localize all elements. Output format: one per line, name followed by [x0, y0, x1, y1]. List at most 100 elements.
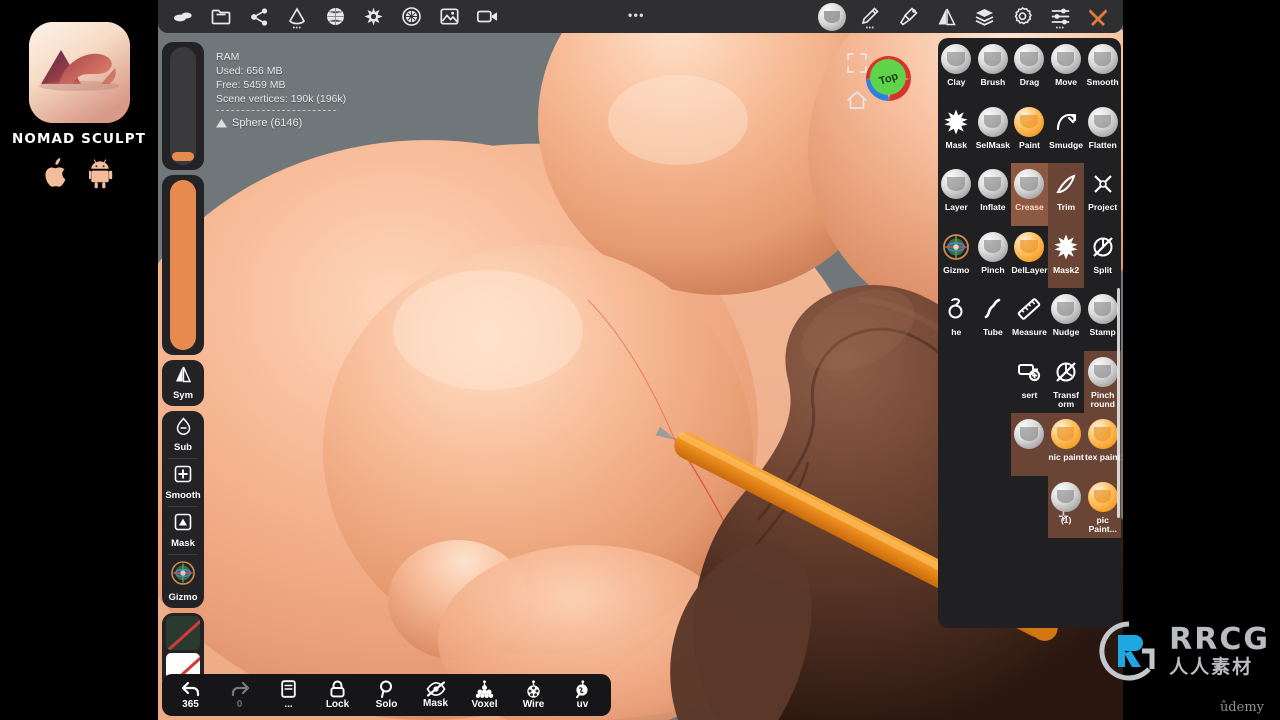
brush-palette[interactable]: Clay Brush Drag Move Smooth Mask SelMask Paint S… [938, 38, 1121, 628]
wire-globe-icon [527, 680, 540, 698]
fullscreen-icon[interactable] [846, 52, 868, 74]
brush-layer[interactable]: Layer [938, 163, 975, 226]
brush-empty[interactable] [1011, 413, 1048, 476]
brush-trim[interactable]: Trim [1047, 163, 1085, 226]
brush-sphere-icon [1087, 419, 1118, 449]
rail-item-sub[interactable]: Sub [162, 411, 204, 458]
radius-slider[interactable] [170, 47, 196, 165]
rail-item-sym[interactable]: Sym [162, 360, 204, 406]
rail-label-mask: Mask [171, 538, 195, 549]
brush-transf-orm[interactable]: Transf orm [1048, 351, 1085, 414]
brush-sert[interactable]: sert [1011, 351, 1048, 414]
undo-arrow-icon [181, 681, 199, 696]
brush-project[interactable]: Project [1084, 163, 1121, 226]
gizmo-icon [941, 232, 971, 262]
brush-selmask[interactable]: SelMask [975, 101, 1012, 164]
info-object-name: Sphere (6146) [232, 117, 303, 129]
brush-dellayer[interactable]: DelLayer [1011, 226, 1048, 289]
voxel-label: Voxel [471, 699, 498, 710]
tools-wrench-icon[interactable] [1079, 0, 1117, 33]
brush-split[interactable]: Split [1084, 226, 1121, 289]
promo-panel: NOMAD SCULPT [0, 0, 158, 720]
primitive-shape-icon[interactable]: ••• [278, 0, 316, 33]
brush-empty [938, 476, 975, 539]
voxel-button[interactable]: Voxel [460, 674, 509, 716]
brush-icon-dimple [1057, 489, 1075, 504]
brush-mask2[interactable]: Mask2 [1047, 225, 1085, 288]
intensity-slider[interactable] [170, 180, 196, 350]
brush-tex-paint[interactable]: tex paint [1084, 413, 1121, 476]
brush-nic-paint[interactable]: nic paint [1047, 413, 1085, 476]
logo-art [29, 22, 130, 123]
palette-scrollbar[interactable] [1117, 288, 1120, 518]
brush-tube[interactable]: Tube [975, 288, 1012, 351]
material-sphere-icon[interactable] [392, 0, 430, 33]
matcap-sphere-icon[interactable] [813, 0, 851, 33]
navigation-ball[interactable]: Top [866, 56, 911, 101]
settings-gear-icon[interactable] [1003, 0, 1041, 33]
lock-button[interactable]: Lock [313, 674, 362, 716]
brush-measure[interactable]: Measure [1011, 288, 1048, 351]
brush-mask[interactable]: Mask [938, 101, 975, 164]
brush-label: DelLayer [1011, 264, 1048, 275]
brush-brush[interactable]: Brush [975, 38, 1012, 101]
image-icon[interactable] [430, 0, 468, 33]
rail-item-gizmo[interactable]: Gizmo [162, 555, 204, 608]
brush-label: tex paint [1085, 452, 1121, 462]
rail-item-mask[interactable]: Mask [162, 507, 204, 554]
redo-button[interactable]: 0 [215, 674, 264, 716]
brush-paint[interactable]: Paint [1011, 101, 1048, 164]
history-button[interactable]: ... [264, 674, 313, 716]
brush-he[interactable]: he [938, 288, 975, 351]
brush-pic-paint[interactable]: pic Paint... [1084, 475, 1121, 538]
solo-button[interactable]: Solo [362, 674, 411, 716]
info-divider [216, 110, 336, 111]
rail-item-smooth[interactable]: Smooth [162, 459, 204, 506]
brush-pinch[interactable]: Pinch [975, 226, 1012, 289]
brush-clay[interactable]: Clay [938, 38, 975, 101]
camera-video-icon[interactable] [468, 0, 506, 33]
brush-move[interactable]: Move [1048, 38, 1085, 101]
rrcg-logo-icon [1099, 621, 1155, 681]
layers-icon[interactable] [965, 0, 1003, 33]
brush-pen-icon[interactable]: ••• [851, 0, 889, 33]
wire-button[interactable]: Wire [509, 674, 558, 716]
brush-flatten[interactable]: Flatten [1084, 101, 1121, 164]
lathe-icon [941, 294, 971, 324]
brush-crease[interactable]: Crease [1011, 163, 1048, 226]
brush-stamp[interactable]: Stamp [1084, 288, 1121, 351]
topbar-overflow-button[interactable]: ••• [628, 8, 645, 22]
undo-button[interactable]: 365 [166, 674, 215, 716]
settings-star-icon[interactable] [354, 0, 392, 33]
brush-inflate[interactable]: Inflate [975, 163, 1012, 226]
topology-sphere-icon[interactable] [316, 0, 354, 33]
color-swatch-dark[interactable] [166, 616, 200, 650]
brush-label: Pinch [981, 264, 1005, 275]
brush-1[interactable]: (1) [1047, 475, 1085, 538]
files-folder-icon[interactable] [202, 0, 240, 33]
brush-sphere-icon [977, 169, 1008, 199]
brush-drag[interactable]: Drag [1011, 38, 1048, 101]
home-icon[interactable] [846, 89, 868, 111]
brush-label: sert [1021, 389, 1038, 400]
brush-smooth[interactable]: Smooth [1084, 38, 1121, 101]
brush-pinch-round[interactable]: Pinch round [1084, 350, 1121, 413]
brush-nudge[interactable]: Nudge [1048, 288, 1085, 351]
brush-label: Paint [1018, 139, 1040, 150]
brush-smudge[interactable]: Smudge [1048, 101, 1085, 164]
scene-icon[interactable] [164, 0, 202, 33]
share-nodes-icon[interactable] [240, 0, 278, 33]
brush-gizmo[interactable]: Gizmo [938, 226, 975, 289]
sliders-icon[interactable]: ••• [1041, 0, 1079, 33]
brush-label: SelMask [975, 139, 1011, 150]
navball-label: Top [877, 69, 900, 88]
radius-slider-knob[interactable] [172, 152, 194, 161]
stroke-paint-icon[interactable] [889, 0, 927, 33]
lock-icon [330, 680, 345, 698]
uv-button[interactable]: uv [558, 674, 607, 716]
brush-icon-dimple [1093, 364, 1112, 379]
brush-empty [1011, 476, 1048, 539]
symmetry-icon[interactable] [927, 0, 965, 33]
rail-group-primary: Sym [162, 360, 204, 406]
mask-button[interactable]: Mask [411, 674, 460, 716]
